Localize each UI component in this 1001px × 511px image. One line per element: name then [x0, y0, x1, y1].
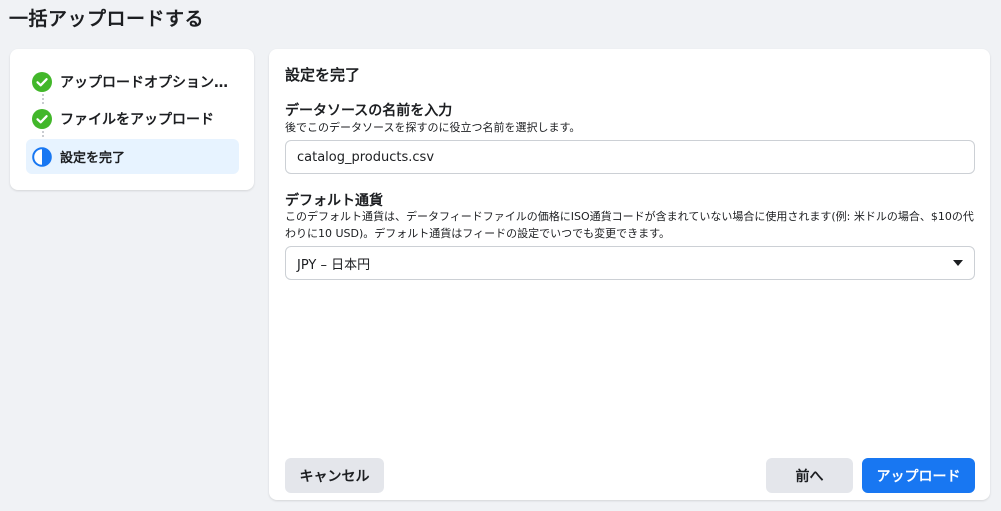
step-upload-options[interactable]: アップロードオプション… — [26, 64, 239, 99]
datasource-name-label: データソースの名前を入力 — [285, 103, 453, 119]
step-label: ファイルをアップロード — [60, 111, 214, 128]
upload-button[interactable]: アップロード — [862, 458, 975, 493]
datasource-name-description: 後でこのデータソースを探すのに役立つ名前を選択します。 — [285, 121, 581, 134]
default-currency-label: デフォルト通貨 — [285, 193, 383, 209]
datasource-name-input[interactable] — [285, 140, 975, 174]
check-circle-icon — [32, 108, 52, 129]
settings-card: 設定を完了 データソースの名前を入力 後でこのデータソースを探すのに役立つ名前を… — [269, 49, 990, 500]
currency-select[interactable]: JPY – 日本円 — [285, 246, 975, 280]
step-upload-file[interactable]: ファイルをアップロード — [26, 101, 239, 136]
half-circle-icon — [32, 146, 52, 167]
currency-selected-value: JPY – 日本円 — [297, 257, 371, 273]
caret-down-icon — [953, 260, 963, 266]
step-complete-settings[interactable]: 設定を完了 — [26, 139, 239, 174]
section-title: 設定を完了 — [285, 66, 361, 84]
page-title: 一括アップロードする — [9, 8, 205, 30]
check-circle-icon — [32, 71, 52, 92]
cancel-button[interactable]: キャンセル — [285, 458, 384, 493]
progress-steps-card: アップロードオプション… ファイルをアップロード 設定を完了 — [10, 49, 254, 190]
step-label: 設定を完了 — [60, 151, 126, 166]
default-currency-description: このデフォルト通貨は、データフィードファイルの価格にISO通貨コードが含まれてい… — [285, 210, 974, 240]
step-label: アップロードオプション… — [60, 74, 228, 91]
back-button[interactable]: 前へ — [766, 458, 853, 493]
